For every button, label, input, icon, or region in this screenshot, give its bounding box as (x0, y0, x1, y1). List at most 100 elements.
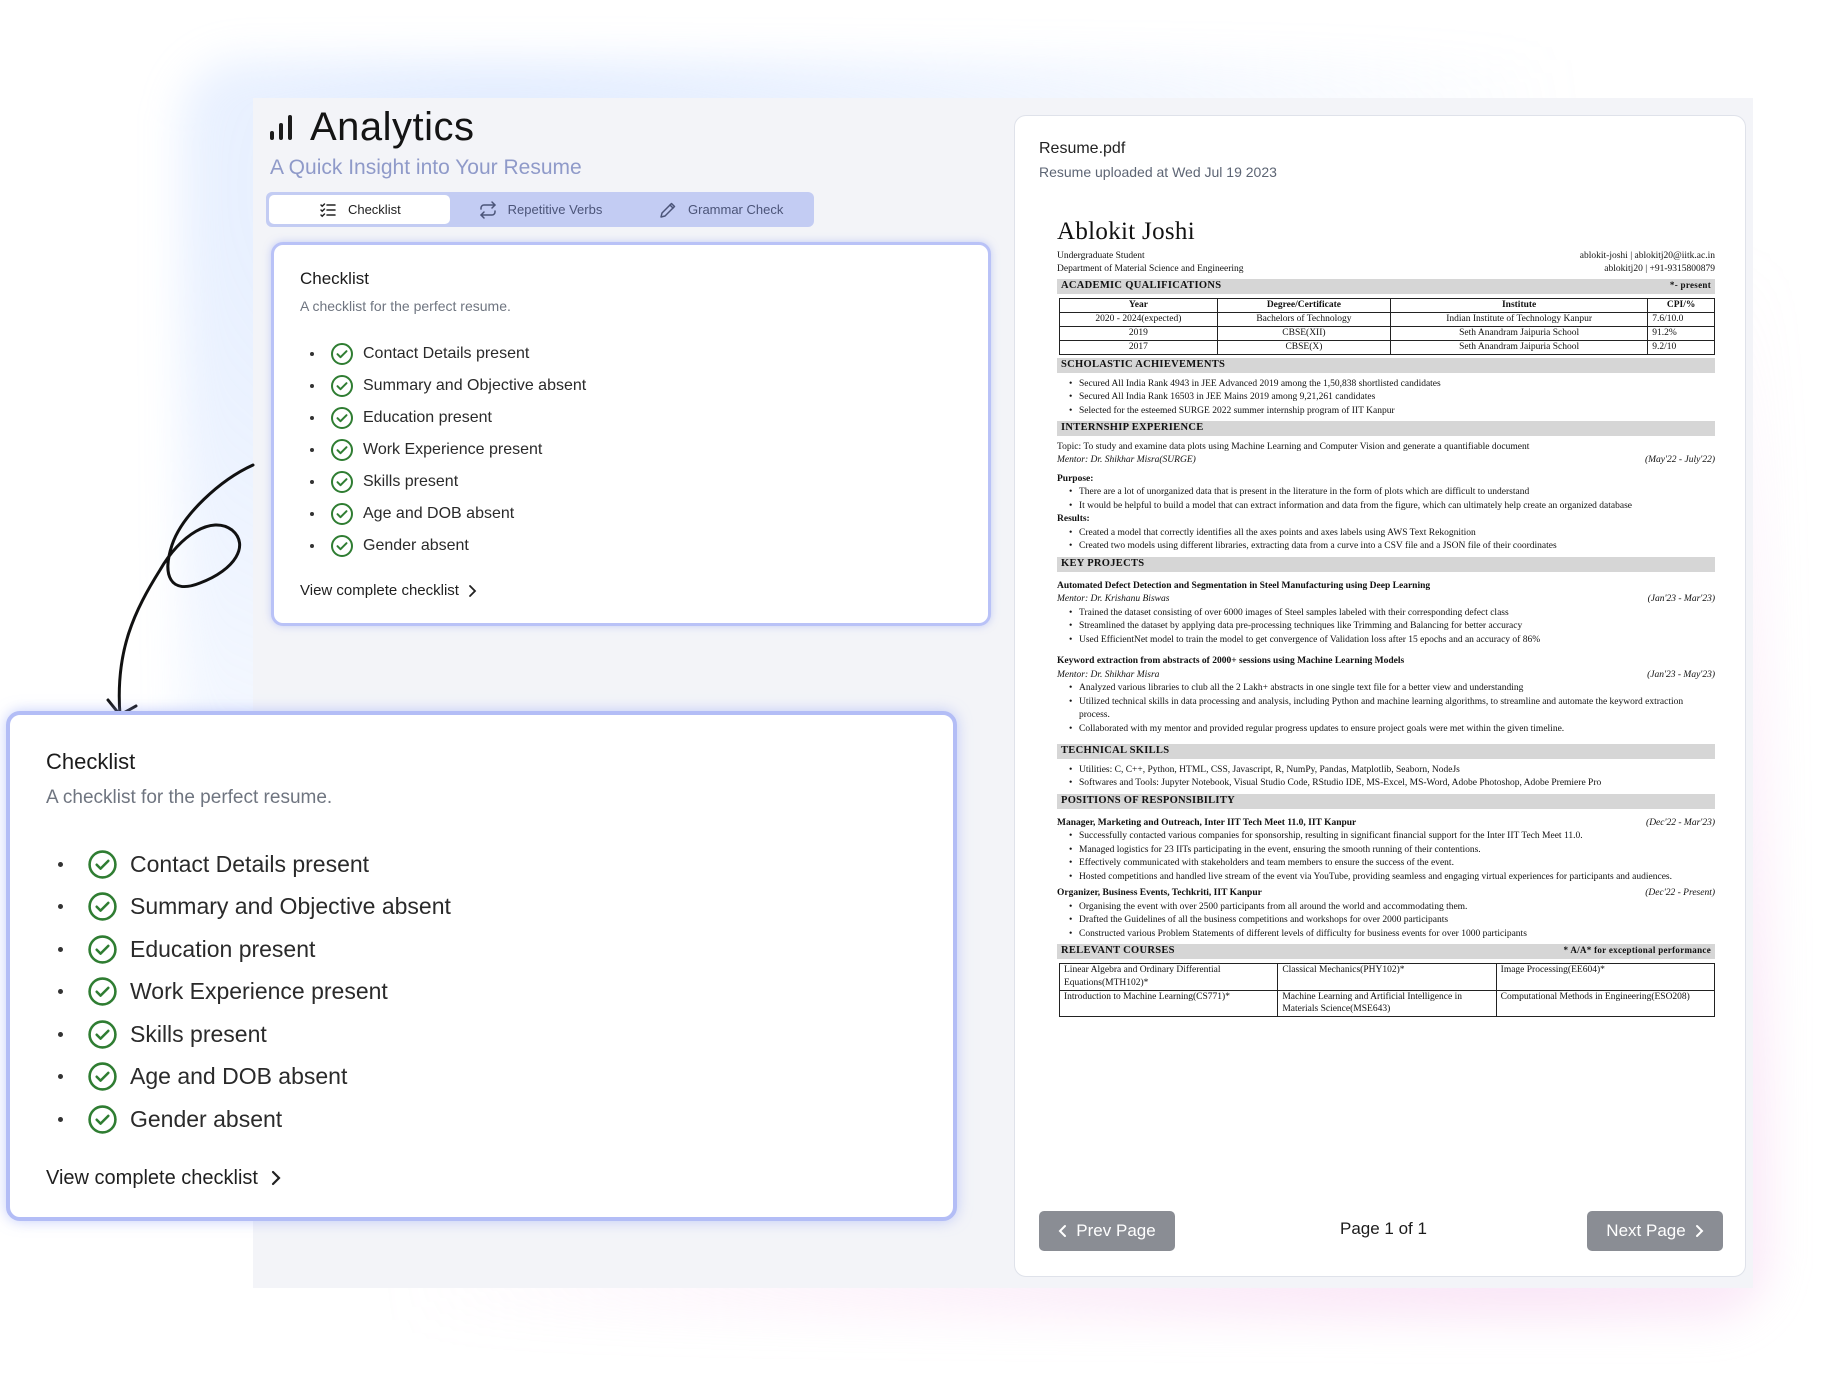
bullet (310, 416, 314, 420)
checklist-item-label: Skills present (130, 1020, 267, 1047)
list-item: Effectively communicated with stakeholde… (1069, 857, 1715, 871)
next-page-button[interactable]: Next Page (1587, 1211, 1723, 1251)
check-circle-icon (87, 976, 118, 1007)
bullet (310, 544, 314, 548)
repeat-icon (479, 200, 496, 219)
table-cell: Computational Methods in Engineering(ESO… (1495, 989, 1716, 1018)
check-circle-icon (330, 342, 354, 366)
checklist-item-label: Age and DOB absent (130, 1063, 348, 1090)
bullet (58, 989, 63, 995)
results-label: Results: (1057, 514, 1090, 525)
list-item: Successfully contacted various companies… (1069, 830, 1715, 844)
check-circle-icon (87, 1019, 118, 1050)
checklist-item: Summary and Objective absent (46, 886, 917, 929)
project-mentor: Mentor: Dr. Krishanu Biswas (1057, 594, 1170, 605)
list-item: Constructed various Problem Statements o… (1069, 928, 1715, 942)
resume-section-heading: KEY PROJECTS (1057, 556, 1715, 572)
resume-name: Ablokit Joshi (1057, 218, 1195, 245)
table-cell: 9.2/10 (1647, 339, 1715, 355)
table-row: 2020 - 2024(expected) Bachelors of Techno… (1059, 312, 1715, 327)
checklist-item-label: Gender absent (363, 537, 469, 554)
intern-mentor: Mentor: Dr. Shikhar Misra(SURGE) (1057, 455, 1196, 466)
checklist-card: Checklist A checklist for the perfect re… (271, 242, 991, 626)
position-list: Successfully contacted various companies… (1069, 830, 1715, 884)
view-checklist-link[interactable]: View complete checklist (46, 1167, 917, 1190)
table-cell: CBSE(XII) (1216, 326, 1391, 341)
position-title: Organizer, Business Events, Techkriti, I… (1057, 888, 1262, 899)
tab-grammar-check[interactable]: Grammar Check (630, 195, 811, 224)
checklist-item-label: Work Experience present (363, 441, 543, 458)
tab-repetitive-verbs[interactable]: Repetitive Verbs (450, 195, 631, 224)
list-item: Managed logistics for 23 IITs participat… (1069, 844, 1715, 858)
bullet (58, 1031, 63, 1037)
checklist-item: Contact Details present (46, 843, 917, 886)
chevron-right-icon (271, 1170, 281, 1186)
resume-viewer: Resume.pdf Resume uploaded at Wed Jul 19… (1014, 115, 1746, 1277)
purpose-list: There are a lot of unorganized data that… (1069, 486, 1715, 513)
table-cell: 7.6/10.0 (1647, 312, 1715, 327)
check-circle-icon (330, 406, 354, 430)
view-checklist-label: View complete checklist (300, 582, 459, 599)
skills-list: Utilities: C, C++, Python, HTML, CSS, Ja… (1069, 764, 1715, 791)
checklist-list: Contact Details present Summary and Objec… (46, 843, 917, 1141)
project-list: Analyzed various libraries to club all t… (1069, 682, 1715, 736)
resume-section-heading: POSITIONS OF RESPONSIBILITY (1057, 793, 1715, 809)
table-cell: Seth Anandram Jaipuria School (1389, 326, 1649, 341)
file-name: Resume.pdf (1039, 140, 1126, 157)
table-cell: Image Processing(EE604)* (1495, 963, 1716, 991)
list-item: Streamlined the dataset by applying data… (1069, 620, 1715, 634)
list-item: There are a lot of unorganized data that… (1069, 486, 1715, 500)
purpose-label: Purpose: (1057, 473, 1094, 484)
resume-section-heading: ACADEMIC QUALIFICATIONS *- present (1057, 279, 1715, 295)
tab-label: Checklist (347, 202, 401, 217)
prev-page-button[interactable]: Prev Page (1039, 1211, 1175, 1251)
checklist-subtitle: A checklist for the perfect resume. (46, 787, 333, 808)
table-row: Linear Algebra and Ordinary Differential… (1058, 963, 1716, 991)
bullet (310, 384, 314, 388)
tab-label: Grammar Check (688, 202, 784, 217)
list-item: Organising the event with over 2500 part… (1069, 901, 1715, 915)
resume-role: Undergraduate Student (1057, 250, 1145, 261)
list-check-icon (320, 202, 336, 217)
list-item: Created two models using different libra… (1069, 540, 1715, 554)
page-title: Analytics (310, 105, 475, 149)
view-checklist-link[interactable]: View complete checklist (300, 582, 962, 599)
project-mentor: Mentor: Dr. Shikhar Misra (1057, 669, 1160, 680)
checklist-item: Summary and Objective absent (300, 370, 962, 402)
table-cell: CBSE(X) (1216, 339, 1391, 355)
table-cell: Machine Learning and Artificial Intellig… (1277, 989, 1497, 1018)
table-header: Year (1059, 298, 1218, 314)
list-item: It would be helpful to build a model tha… (1069, 500, 1715, 514)
project-dates: (Jan'23 - Mar'23) (1647, 594, 1715, 605)
scholastic-list: Secured All India Rank 4943 in JEE Advan… (1069, 378, 1715, 419)
list-item: Secured All India Rank 4943 in JEE Advan… (1069, 378, 1715, 392)
check-circle-icon (330, 502, 354, 526)
checklist-item-label: Age and DOB absent (363, 505, 515, 522)
prev-page-label: Prev Page (1076, 1221, 1156, 1240)
resume-section-heading: RELEVANT COURSES * A/A* for exceptional p… (1057, 944, 1715, 960)
table-cell: 2017 (1059, 339, 1218, 355)
table-cell: 91.2% (1647, 326, 1715, 341)
check-circle-icon (330, 374, 354, 398)
table-header: Institute (1389, 298, 1649, 314)
position-dates: (Dec'22 - Present) (1645, 888, 1715, 899)
table-header: Degree/Certificate (1216, 298, 1391, 314)
bullet (310, 512, 314, 516)
upload-timestamp: Resume uploaded at Wed Jul 19 2023 (1039, 164, 1277, 180)
chevron-right-icon (1695, 1225, 1704, 1237)
tab-checklist[interactable]: Checklist (269, 195, 450, 224)
bullet (58, 861, 63, 867)
table-cell: Linear Algebra and Ordinary Differential… (1058, 963, 1279, 991)
bullet (58, 904, 63, 910)
page-subtitle: A Quick Insight into Your Resume (270, 156, 582, 179)
resume-section-heading: TECHNICAL SKILLS (1057, 744, 1715, 759)
resume-contact: ablokit-joshi | ablokitj20@iitk.ac.in (1579, 250, 1715, 261)
table-cell: Bachelors of Technology (1216, 312, 1391, 327)
checklist-title: Checklist (46, 749, 136, 774)
results-list: Created a model that correctly identifie… (1069, 527, 1715, 554)
project-dates: (Jan'23 - May'23) (1647, 669, 1715, 680)
check-circle-icon (330, 470, 354, 494)
table-row: 2017 CBSE(X) Seth Anandram Jaipuria School… (1059, 339, 1715, 355)
next-page-label: Next Page (1606, 1221, 1686, 1240)
bar-chart-icon (270, 114, 296, 142)
